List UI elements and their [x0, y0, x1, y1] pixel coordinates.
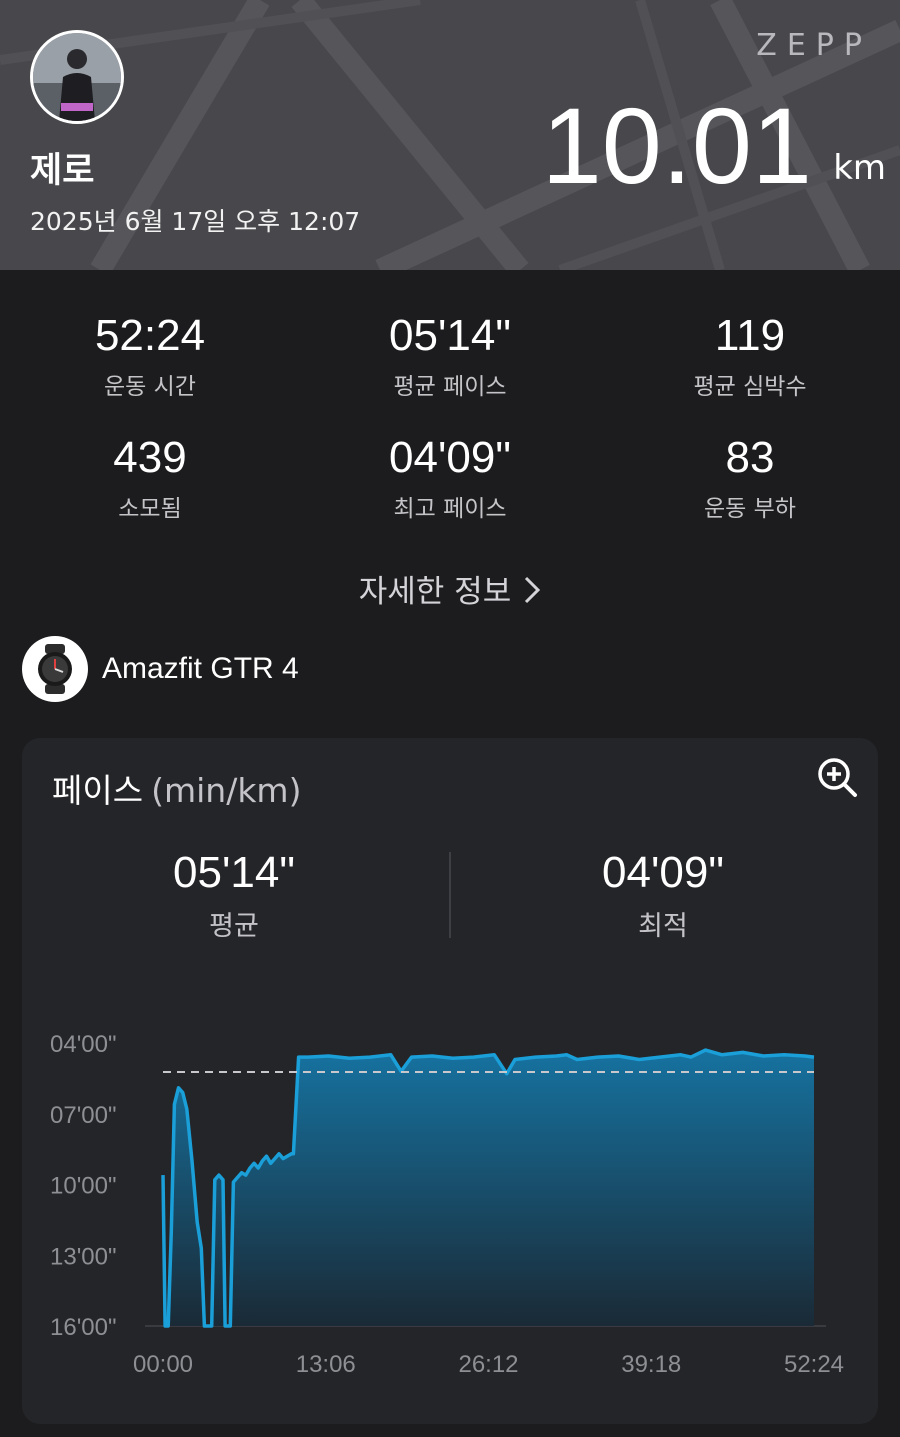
- device-row[interactable]: Amazfit GTR 4: [22, 636, 299, 702]
- distance-unit: km: [833, 148, 886, 188]
- y-tick-label: 07'00": [50, 1102, 117, 1129]
- distance-value: 10.01: [541, 85, 812, 206]
- stat-value: 04'09": [389, 433, 511, 482]
- watch-icon: [22, 636, 88, 702]
- stat-avg-pace: 05'14" 평균 페이스: [300, 310, 600, 401]
- user-name: 제로: [30, 151, 95, 191]
- stat-label: 운동 시간: [104, 373, 196, 400]
- workout-header: 제로 2025년 6월 17일 오후 12:07 ZEPP 10.01 km: [0, 0, 900, 270]
- y-tick-label: 04'00": [50, 1031, 117, 1058]
- y-tick-label: 10'00": [50, 1173, 117, 1200]
- x-tick-label: 26:12: [458, 1351, 518, 1378]
- pace-area: [163, 1050, 814, 1326]
- stat-calories: 439 소모됨: [0, 432, 300, 523]
- stat-value: 119: [714, 311, 786, 360]
- stat-best-pace: 04'09" 최고 페이스: [300, 432, 600, 523]
- x-tick-label: 39:18: [621, 1351, 681, 1378]
- x-tick-label: 00:00: [133, 1351, 193, 1378]
- device-name: Amazfit GTR 4: [102, 652, 299, 685]
- details-link[interactable]: 자세한 정보: [0, 566, 900, 613]
- stat-value: 52:24: [94, 311, 206, 360]
- pace-card: 페이스 (min/km) 05'14" 평균 04'09" 최적 04'00" 07…: [22, 738, 878, 1424]
- x-tick-label: 13:06: [296, 1351, 356, 1378]
- stat-value: 05'14": [389, 311, 511, 360]
- details-link-label: 자세한 정보: [358, 574, 512, 610]
- stat-avg-heart-rate: 119 평균 심박수: [600, 310, 900, 401]
- avatar-image: [33, 33, 121, 121]
- avatar[interactable]: [30, 30, 124, 124]
- y-tick-label: 13'00": [50, 1243, 117, 1270]
- stat-label: 평균 페이스: [393, 373, 507, 400]
- brand-logo: ZEPP: [756, 28, 872, 63]
- workout-timestamp: 2025년 6월 17일 오후 12:07: [30, 207, 361, 236]
- chevron-right-icon: [523, 575, 541, 613]
- stat-value: 439: [113, 433, 187, 482]
- stat-value: 83: [725, 433, 775, 482]
- stat-duration: 52:24 운동 시간: [0, 310, 300, 401]
- stat-training-load: 83 운동 부하: [600, 432, 900, 523]
- x-tick-label: 52:24: [784, 1351, 844, 1378]
- stat-label: 소모됨: [118, 495, 182, 522]
- stat-label: 최고 페이스: [393, 495, 507, 522]
- stat-label: 평균 심박수: [693, 373, 807, 400]
- y-tick-label: 16'00": [50, 1314, 117, 1341]
- pace-chart[interactable]: 04'00" 07'00" 10'00" 13'00" 16'00" 00:00 13:06…: [22, 738, 878, 1424]
- stat-label: 운동 부하: [704, 495, 796, 522]
